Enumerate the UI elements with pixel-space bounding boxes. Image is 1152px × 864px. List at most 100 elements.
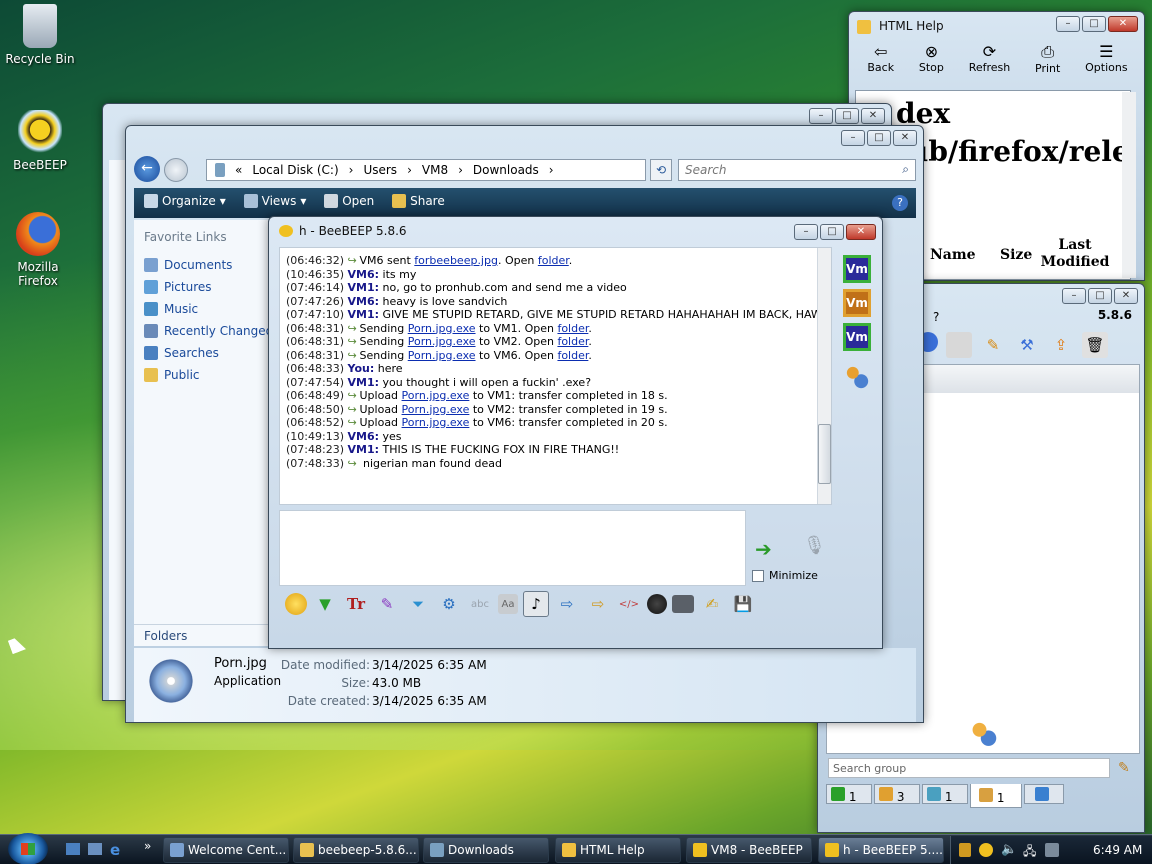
favorite-link[interactable]: Documents: [144, 254, 276, 276]
send-message-icon[interactable]: ➔: [755, 537, 785, 561]
help-scrollbar[interactable]: [1122, 92, 1136, 278]
help-menu[interactable]: ?: [933, 310, 939, 324]
upload-icon[interactable]: ⇪: [1048, 332, 1074, 358]
save-icon[interactable]: 💾: [730, 591, 756, 617]
tab-shares[interactable]: [1024, 784, 1064, 804]
maximize-button[interactable]: □: [867, 130, 891, 146]
file-link[interactable]: Porn.jpg.exe: [408, 335, 476, 348]
file-link[interactable]: forbeebeep.jpg: [414, 254, 498, 267]
share-button[interactable]: Share: [392, 194, 445, 208]
maximize-button[interactable]: □: [1088, 288, 1112, 304]
minimize-button[interactable]: –: [809, 108, 833, 124]
terminal-icon[interactable]: [672, 595, 694, 613]
chat-icon[interactable]: [946, 332, 972, 358]
back-button[interactable]: ←: [134, 156, 160, 182]
ie-icon[interactable]: e: [110, 841, 120, 859]
favorite-link[interactable]: Pictures: [144, 276, 276, 298]
open-button[interactable]: Open: [324, 194, 374, 208]
send-folder-icon[interactable]: ⇨: [585, 591, 611, 617]
folders-toggle[interactable]: Folders: [134, 624, 276, 646]
file-link[interactable]: Porn.jpg.exe: [408, 349, 476, 362]
minimize-button[interactable]: –: [1056, 16, 1080, 32]
group-users-icon[interactable]: [843, 363, 871, 391]
user-vm-button[interactable]: Vm: [843, 289, 871, 317]
network-icon[interactable]: 🖧: [1023, 842, 1036, 863]
taskbar-beebeep-folder[interactable]: beebeep-5.8.6...: [293, 837, 419, 863]
favorite-link[interactable]: Searches: [144, 342, 276, 364]
user-vm-button[interactable]: Vm: [843, 255, 871, 283]
message-input[interactable]: [279, 510, 746, 586]
emoticon-icon[interactable]: [285, 593, 307, 615]
address-bar[interactable]: « Local Disk (C:) › Users › VM8 › Downloads…: [206, 159, 646, 181]
spellcheck-icon[interactable]: abc: [467, 591, 493, 617]
close-button[interactable]: ✕: [861, 108, 885, 124]
desktop-icon-beebeep[interactable]: BeeBEEP: [0, 110, 80, 172]
close-button[interactable]: ✕: [846, 224, 876, 240]
breadcrumb-local-disk[interactable]: Local Disk (C:): [252, 163, 338, 177]
show-desktop-icon[interactable]: [66, 843, 80, 855]
chevron-right-icon[interactable]: ›: [349, 163, 354, 177]
shield-icon[interactable]: [959, 843, 971, 857]
tab-groups[interactable]: 1: [922, 784, 968, 804]
tab-chats[interactable]: 1: [826, 784, 872, 804]
chevron-right-icon[interactable]: ›: [458, 163, 463, 177]
chevron-right-icon[interactable]: ›: [549, 163, 554, 177]
file-link[interactable]: Porn.jpg.exe: [402, 403, 470, 416]
minimize-button[interactable]: –: [794, 224, 818, 240]
chevron-right-icon[interactable]: ›: [407, 163, 412, 177]
html-code-icon[interactable]: </>: [616, 591, 642, 617]
desktop-icon-recycle-bin[interactable]: Recycle Bin: [0, 4, 80, 66]
folder-link[interactable]: folder: [557, 349, 588, 362]
file-link[interactable]: Porn.jpg.exe: [408, 322, 476, 335]
taskbar-h-beebeep[interactable]: h - BeeBEEP 5....: [818, 837, 944, 863]
breadcrumb-users[interactable]: Users: [363, 163, 397, 177]
send-file-icon[interactable]: ⇨: [554, 591, 580, 617]
help-print-button[interactable]: ⎙ Print: [1035, 42, 1060, 86]
maximize-button[interactable]: □: [1082, 16, 1106, 32]
help-options-button[interactable]: ☰ Options: [1085, 42, 1127, 86]
start-button[interactable]: [8, 833, 48, 864]
search-input[interactable]: Search ⌕: [678, 159, 916, 181]
switch-windows-icon[interactable]: [88, 843, 102, 855]
network-disconnected-icon[interactable]: [1045, 843, 1059, 857]
folder-link[interactable]: folder: [557, 322, 588, 335]
search-group-input[interactable]: Search group: [828, 758, 1110, 778]
taskbar-downloads[interactable]: Downloads: [423, 837, 549, 863]
file-link[interactable]: Porn.jpg.exe: [402, 416, 470, 429]
forward-button[interactable]: [164, 158, 188, 182]
screenshot-icon[interactable]: [647, 594, 667, 614]
file-link[interactable]: Porn.jpg.exe: [402, 389, 470, 402]
favorite-link[interactable]: Recently Changed: [144, 320, 276, 342]
help-icon[interactable]: ?: [892, 195, 908, 211]
breadcrumb-overflow[interactable]: «: [235, 163, 242, 177]
favorite-link[interactable]: Public: [144, 364, 276, 386]
taskbar-welcome-center[interactable]: Welcome Cent...: [163, 837, 289, 863]
settings-icon[interactable]: ⚙: [436, 591, 462, 617]
chat-scrollbar[interactable]: [817, 248, 831, 504]
clear-search-icon[interactable]: ✎: [1118, 760, 1130, 776]
color-palette-icon[interactable]: ✎: [374, 591, 400, 617]
views-button[interactable]: Views ▾: [243, 194, 306, 208]
text-font-icon[interactable]: Tr: [343, 591, 369, 617]
help-back-button[interactable]: ⇦ Back: [867, 42, 894, 86]
folder-link[interactable]: folder: [538, 254, 569, 267]
help-refresh-button[interactable]: ⟳ Refresh: [969, 42, 1011, 86]
volume-icon[interactable]: 🔈: [1001, 842, 1017, 857]
help-stop-button[interactable]: ⊗ Stop: [919, 42, 944, 86]
tab-network[interactable]: 1: [970, 784, 1022, 808]
minimize-button[interactable]: –: [1062, 288, 1086, 304]
maximize-button[interactable]: □: [820, 224, 844, 240]
breadcrumb-vm8[interactable]: VM8: [422, 163, 448, 177]
filter-icon[interactable]: ⏷: [405, 591, 431, 617]
desktop-icon-firefox[interactable]: Mozilla Firefox: [0, 212, 76, 288]
voice-message-icon[interactable]: 🎙: [803, 535, 826, 561]
organize-button[interactable]: Organize ▾: [144, 194, 226, 208]
notes-icon[interactable]: ✍: [699, 591, 725, 617]
minimize-button[interactable]: –: [841, 130, 865, 146]
folder-link[interactable]: folder: [557, 335, 588, 348]
taskbar-vm8-beebeep[interactable]: VM8 - BeeBEEP: [686, 837, 812, 863]
user-vm-button[interactable]: Vm: [843, 323, 871, 351]
bee-tray-icon[interactable]: [979, 843, 993, 857]
breadcrumb-downloads[interactable]: Downloads: [473, 163, 539, 177]
quicklaunch-overflow[interactable]: »: [144, 839, 151, 853]
